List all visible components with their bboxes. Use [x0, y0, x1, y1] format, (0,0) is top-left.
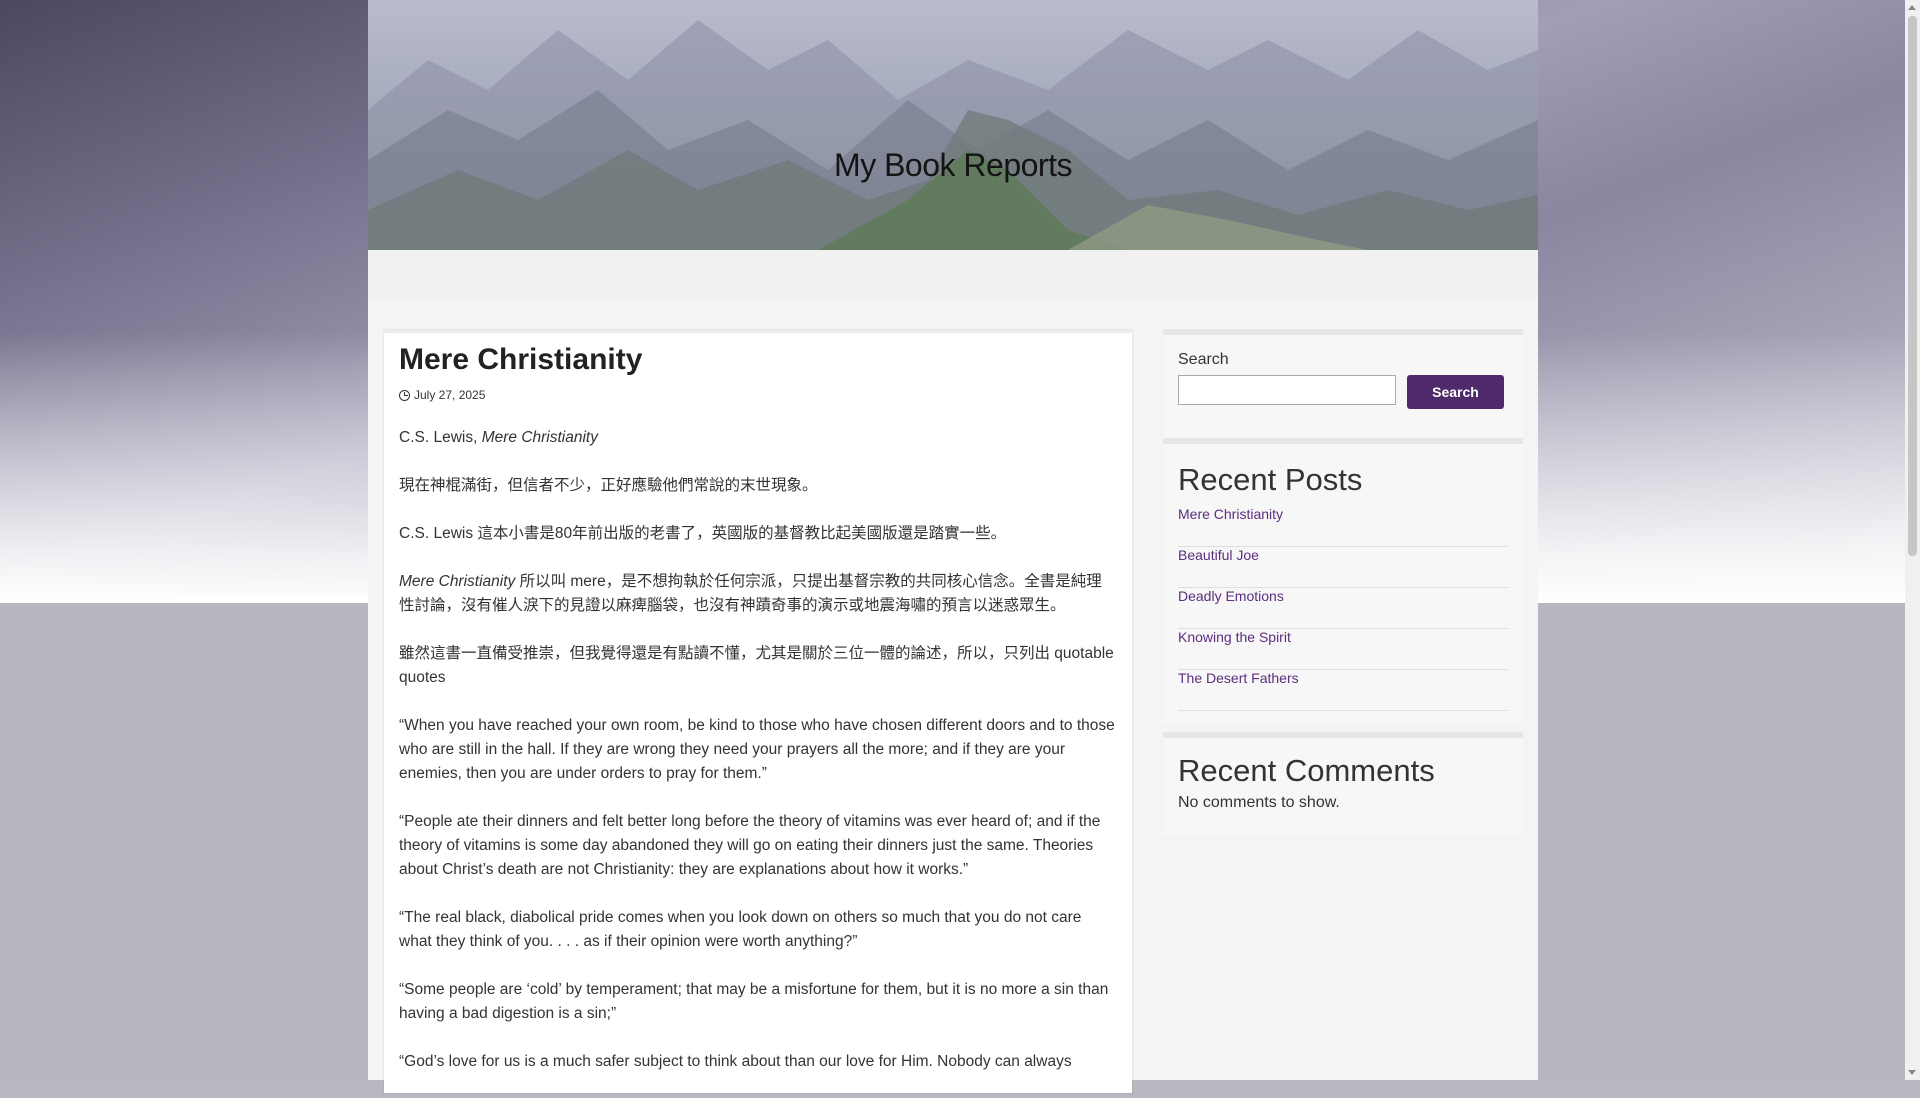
list-item: Beautiful Joe — [1178, 547, 1508, 588]
search-label: Search — [1178, 351, 1229, 368]
post-paragraph: “People ate their dinners and felt bette… — [399, 813, 1101, 878]
site-header: My Book Reports — [368, 0, 1538, 250]
post-paragraph: “God’s love for us is a much safer subje… — [399, 1053, 1072, 1070]
post-paragraph: “When you have reached your own room, be… — [399, 717, 1115, 782]
site-container: My Book Reports Mere Christianity July 2… — [368, 0, 1538, 1093]
list-item: Knowing the Spirit — [1178, 629, 1508, 670]
no-comments-text: No comments to show. — [1178, 794, 1340, 811]
recent-posts-title: Recent Posts — [1178, 462, 1363, 497]
post-article: Mere Christianity July 27, 2025 C.S. Lew… — [384, 330, 1132, 1093]
scroll-up-arrow-icon[interactable] — [1908, 5, 1916, 10]
page-scrollbar[interactable] — [1905, 0, 1920, 1080]
recent-post-link[interactable]: The Desert Fathers — [1178, 670, 1299, 686]
post-paragraph: Mere Christianity 所以叫 mere，是不想拘執於任何宗派，只提… — [399, 573, 1102, 614]
search-widget: Search Search — [1163, 329, 1523, 442]
post-date[interactable]: July 27, 2025 — [414, 388, 485, 402]
list-item: Deadly Emotions — [1178, 588, 1508, 629]
mountain-banner-image — [368, 20, 1538, 250]
site-title[interactable]: My Book Reports — [368, 147, 1538, 184]
post-paragraph: “Some people are ‘cold’ by temperament; … — [399, 981, 1109, 1022]
recent-post-link[interactable]: Beautiful Joe — [1178, 547, 1259, 563]
main-navigation-bar — [368, 250, 1538, 299]
post-paragraph: 現在神棍滿街，但信者不少，正好應驗他們常說的末世現象。 — [399, 477, 818, 494]
scroll-down-arrow-icon[interactable] — [1908, 1070, 1916, 1075]
post-paragraph: “The real black, diabolical pride comes … — [399, 909, 1082, 950]
search-input[interactable] — [1178, 375, 1396, 405]
list-item: Mere Christianity — [1178, 506, 1508, 547]
post-paragraph: C.S. Lewis 這本小書是80年前出版的老書了，英國版的基督教比起美國版還… — [399, 525, 1007, 542]
post-content: C.S. Lewis, Mere Christianity 現在神棍滿街，但信者… — [399, 426, 1117, 1098]
recent-comments-title: Recent Comments — [1178, 753, 1435, 788]
recent-comments-widget: Recent Comments No comments to show. — [1163, 732, 1523, 836]
post-meta: July 27, 2025 — [399, 388, 485, 402]
post-title[interactable]: Mere Christianity — [399, 343, 642, 377]
scrollbar-thumb[interactable] — [1908, 16, 1917, 556]
recent-post-link[interactable]: Deadly Emotions — [1178, 588, 1284, 604]
recent-post-link[interactable]: Knowing the Spirit — [1178, 629, 1291, 645]
post-paragraph: C.S. Lewis, Mere Christianity — [399, 429, 598, 446]
search-button[interactable]: Search — [1407, 375, 1504, 409]
recent-post-link[interactable]: Mere Christianity — [1178, 506, 1283, 522]
list-item: The Desert Fathers — [1178, 670, 1508, 711]
recent-posts-list: Mere Christianity Beautiful Joe Deadly E… — [1178, 506, 1508, 711]
clock-icon — [399, 389, 410, 401]
post-paragraph: 雖然這書一直備受推崇，但我覺得還是有點讀不懂，尤其是關於三位一體的論述，所以，只… — [399, 645, 1114, 686]
recent-posts-widget: Recent Posts Mere Christianity Beautiful… — [1163, 438, 1523, 723]
